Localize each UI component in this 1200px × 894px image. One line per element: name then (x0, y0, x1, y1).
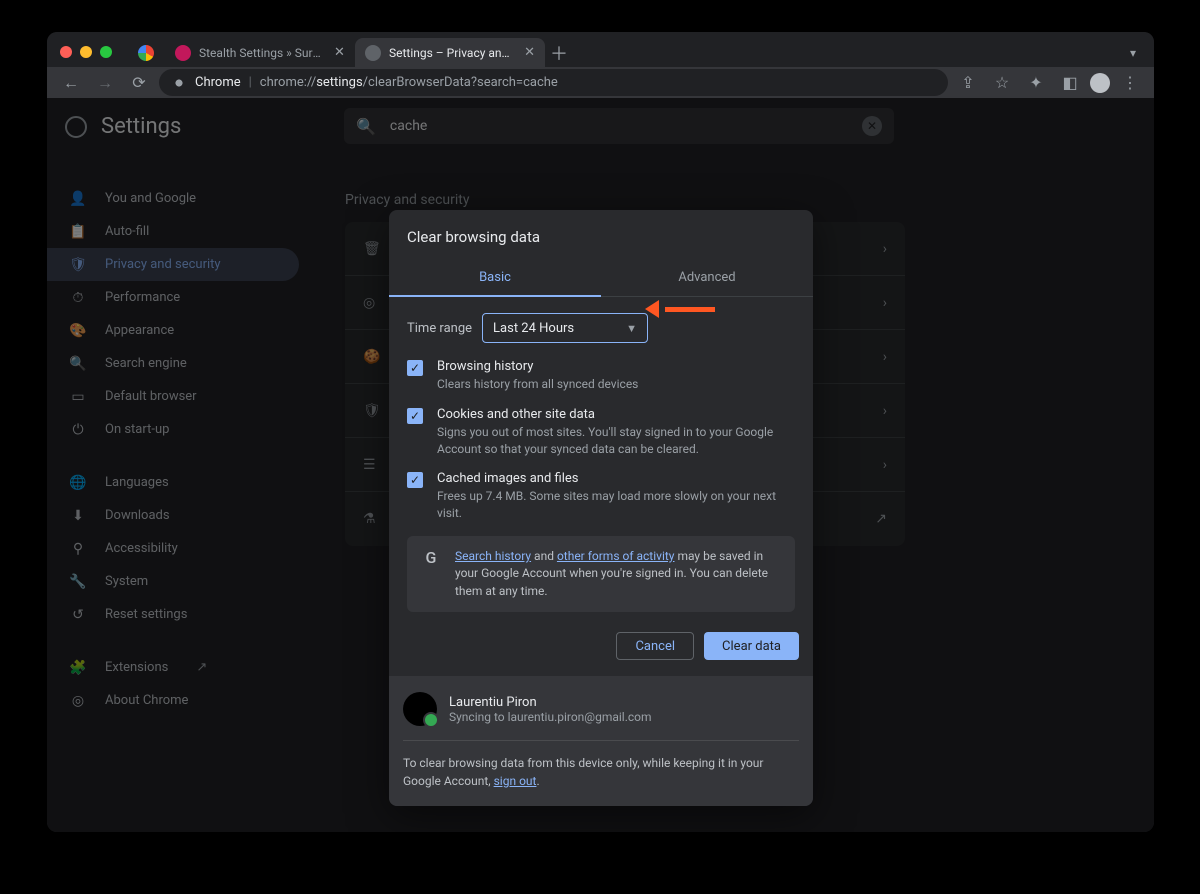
profile-avatar[interactable] (1090, 73, 1110, 93)
sidepanel-icon[interactable]: ◧ (1056, 69, 1084, 97)
user-sync: Syncing to laurentiu.piron@gmail.com (449, 710, 652, 724)
site-info-icon[interactable] (171, 75, 187, 91)
cancel-button[interactable]: Cancel (616, 632, 694, 660)
opt-desc: Clears history from all synced devices (437, 376, 638, 393)
tab-stealth-settings[interactable]: Stealth Settings » Sursa de tut ✕ (165, 38, 355, 67)
dialog-title: Clear browsing data (389, 210, 813, 260)
tab-settings-privacy[interactable]: Settings – Privacy and security ✕ (355, 38, 545, 67)
site-favicon (175, 45, 191, 61)
address-bar[interactable]: Chrome | chrome://settings/clearBrowserD… (159, 69, 948, 96)
google-g-icon: G (421, 548, 441, 568)
tab-advanced[interactable]: Advanced (601, 260, 813, 296)
toolbar-actions: ⇪ ☆ ✦ ◧ ⋮ (954, 69, 1144, 97)
search-history-link[interactable]: Search history (455, 549, 531, 563)
omni-url: chrome://settings/clearBrowserData?searc… (260, 75, 558, 90)
forward-button[interactable]: → (91, 69, 119, 97)
other-activity-link[interactable]: other forms of activity (557, 549, 675, 563)
tab-basic[interactable]: Basic (389, 260, 601, 297)
dialog-tabs: Basic Advanced (389, 260, 813, 297)
user-row: Laurentiu Piron Syncing to laurentiu.pir… (403, 692, 799, 726)
user-name: Laurentiu Piron (449, 695, 652, 710)
share-icon[interactable]: ⇪ (954, 69, 982, 97)
extensions-icon[interactable]: ✦ (1022, 69, 1050, 97)
minimize-window-button[interactable] (80, 46, 92, 58)
opt-title: Cached images and files (437, 471, 795, 486)
close-window-button[interactable] (60, 46, 72, 58)
omni-prefix: Chrome (195, 75, 241, 90)
gear-icon (365, 45, 381, 61)
browser-window: Stealth Settings » Sursa de tut ✕ Settin… (47, 32, 1154, 832)
tab-label: Stealth Settings » Sursa de tut (199, 46, 326, 60)
time-range-row: Time range Last 24 Hours ▼ (407, 313, 795, 343)
signout-note: To clear browsing data from this device … (403, 755, 799, 790)
close-tab-icon[interactable]: ✕ (524, 46, 535, 60)
time-range-label: Time range (407, 321, 472, 336)
tab-search-button[interactable]: ▾ (1130, 46, 1136, 60)
clear-browsing-data-dialog: Clear browsing data Basic Advanced Time … (389, 210, 813, 806)
info-box: G Search history and other forms of acti… (407, 536, 795, 612)
checkbox-cache[interactable]: ✓ (407, 472, 423, 488)
maximize-window-button[interactable] (100, 46, 112, 58)
clear-data-button[interactable]: Clear data (704, 632, 799, 660)
close-tab-icon[interactable]: ✕ (334, 46, 345, 60)
dropdown-arrow-icon: ▼ (626, 322, 637, 335)
user-avatar (403, 692, 437, 726)
info-message: Search history and other forms of activi… (455, 548, 781, 600)
time-range-select[interactable]: Last 24 Hours ▼ (482, 313, 648, 343)
titlebar: Stealth Settings » Sursa de tut ✕ Settin… (47, 32, 1154, 67)
checkbox-browsing-history[interactable]: ✓ (407, 360, 423, 376)
opt-desc: Frees up 7.4 MB. Some sites may load mor… (437, 488, 795, 522)
opt-desc: Signs you out of most sites. You'll stay… (437, 424, 795, 458)
tab-label: Settings – Privacy and security (389, 46, 516, 60)
reload-button[interactable]: ⟳ (125, 69, 153, 97)
opt-title: Cookies and other site data (437, 407, 795, 422)
dialog-actions: Cancel Clear data (389, 618, 813, 676)
sign-out-link[interactable]: sign out (494, 774, 537, 788)
time-range-value: Last 24 Hours (493, 321, 574, 336)
back-button[interactable]: ← (57, 69, 85, 97)
checkbox-cookies[interactable]: ✓ (407, 408, 423, 424)
opt-title: Browsing history (437, 359, 638, 374)
chrome-menu-icon[interactable]: ⋮ (1116, 69, 1144, 97)
bookmark-icon[interactable]: ☆ (988, 69, 1016, 97)
chrome-icon (138, 45, 154, 61)
new-tab-button[interactable]: ＋ (545, 39, 573, 67)
window-controls (60, 46, 112, 58)
pinned-tab[interactable] (127, 45, 165, 61)
toolbar: ← → ⟳ Chrome | chrome://settings/clearBr… (47, 67, 1154, 98)
tab-strip: Stealth Settings » Sursa de tut ✕ Settin… (127, 38, 573, 67)
dialog-footer: Laurentiu Piron Syncing to laurentiu.pir… (389, 676, 813, 806)
